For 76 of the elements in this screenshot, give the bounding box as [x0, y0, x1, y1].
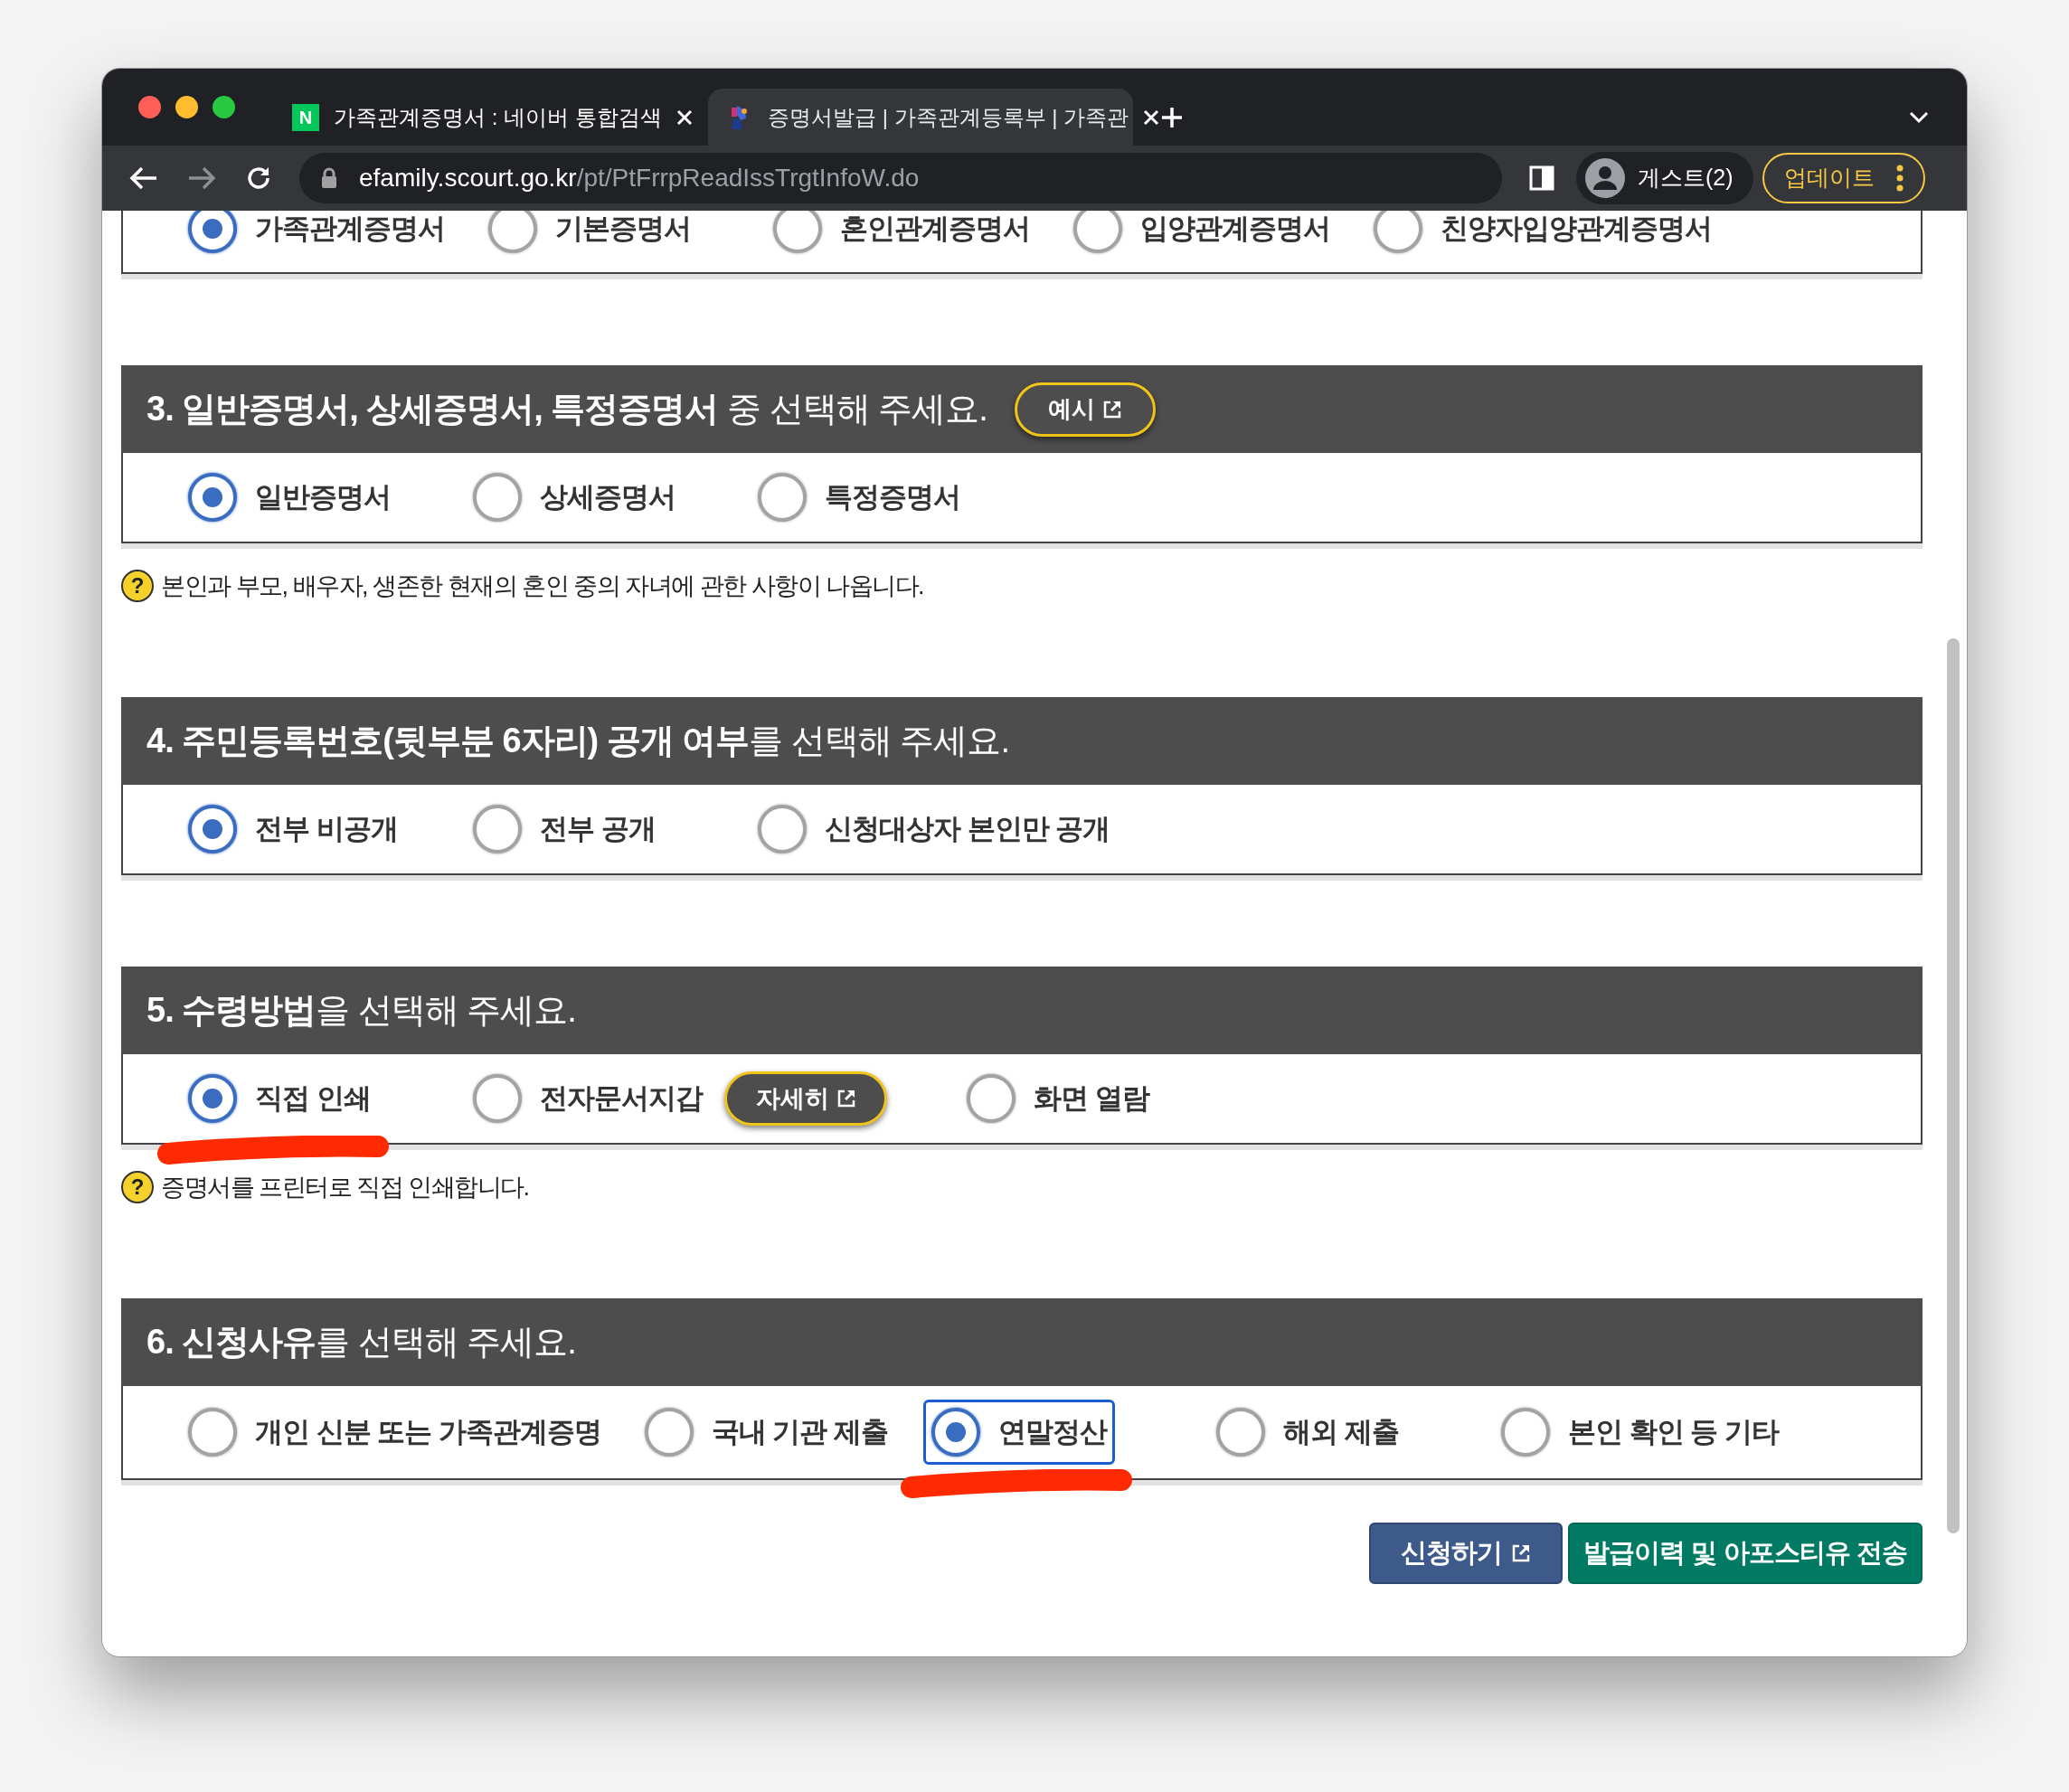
external-link-icon — [1101, 399, 1122, 420]
tab-title: 가족관계증명서 : 네이버 통합검색 — [334, 103, 662, 131]
more-icon — [1895, 165, 1904, 192]
radio-option[interactable]: 본인 확인 등 기타 — [1501, 1408, 1779, 1457]
browser-tab[interactable]: N 가족관계증명서 : 네이버 통합검색 — [274, 89, 708, 146]
radio-button[interactable] — [188, 473, 237, 522]
radio-button[interactable] — [931, 1408, 981, 1457]
reload-icon[interactable] — [245, 165, 272, 192]
radio-button[interactable] — [188, 1074, 237, 1123]
radio-button[interactable] — [1374, 211, 1422, 253]
section-heading: 5. 수령방법을 선택해 주세요. — [146, 990, 576, 1031]
close-icon[interactable] — [675, 108, 693, 126]
radio-option[interactable]: 입양관계증명서 — [1073, 211, 1330, 253]
minimize-window-icon[interactable] — [175, 96, 198, 118]
send-button[interactable]: 발급이력 및 아포스티유 전송 — [1568, 1523, 1923, 1584]
radio-option[interactable]: 친양자입양관계증명서 — [1374, 211, 1712, 253]
profile-button[interactable]: 게스트(2) — [1576, 152, 1753, 204]
radio-button[interactable] — [758, 473, 807, 522]
radio-button[interactable] — [188, 211, 237, 253]
forward-icon[interactable] — [187, 165, 216, 191]
radio-button[interactable] — [967, 1074, 1016, 1123]
radio-option[interactable]: 연말정산 — [923, 1400, 1116, 1465]
radio-button[interactable] — [473, 473, 522, 522]
apply-button[interactable]: 신청하기 — [1369, 1523, 1563, 1584]
details-button[interactable]: 자세히 — [724, 1071, 887, 1126]
section-heading: 6. 신청사유를 선택해 주세요. — [146, 1322, 576, 1363]
external-link-icon — [1511, 1543, 1531, 1563]
radio-button[interactable] — [1073, 211, 1122, 253]
radio-option[interactable]: 상세증명서 — [473, 473, 675, 522]
radio-option[interactable]: 특정증명서 — [758, 473, 960, 522]
radio-button[interactable] — [473, 805, 522, 854]
example-button[interactable]: 예시 — [1014, 382, 1156, 437]
radio-option[interactable]: 전자문서지갑 — [473, 1074, 703, 1123]
radio-option[interactable]: 해외 제출 — [1216, 1408, 1399, 1457]
radio-button[interactable] — [188, 1408, 237, 1457]
radio-button[interactable] — [758, 805, 807, 854]
radio-button[interactable] — [644, 1408, 694, 1457]
radio-option[interactable]: 개인 신분 또는 가족관계증명 — [188, 1408, 601, 1457]
radio-option[interactable]: 일반증명서 — [188, 473, 391, 522]
help-icon: ? — [121, 570, 154, 602]
close-window-icon[interactable] — [138, 96, 161, 118]
help-text: 증명서를 프린터로 직접 인쇄합니다. — [161, 1172, 529, 1203]
radio-option[interactable]: 전부 공개 — [473, 805, 656, 854]
radio-button[interactable] — [473, 1074, 522, 1123]
zoom-window-icon[interactable] — [213, 96, 235, 118]
side-panel-icon[interactable] — [1529, 165, 1554, 191]
radio-option[interactable]: 직접 인쇄 — [188, 1074, 371, 1123]
radio-option[interactable]: 신청대상자 본인만 공개 — [758, 805, 1110, 854]
close-icon[interactable] — [1143, 108, 1160, 126]
tab-title: 증명서발급 | 가족관계등록부 | 가족관 — [768, 103, 1129, 131]
radio-option[interactable]: 혼인관계증명서 — [773, 211, 1030, 253]
radio-button[interactable] — [188, 805, 237, 854]
radio-button[interactable] — [773, 211, 822, 253]
url-text: efamily.scourt.go.kr/pt/PtFrrpReadIssTrgtInfoW.do — [359, 163, 920, 193]
site-favicon: N — [292, 103, 319, 131]
help-text: 본인과 부모, 배우자, 생존한 현재의 혼인 중의 자녀에 관한 사항이 나옵니다. — [161, 571, 924, 601]
section-heading: 3. 일반증명서, 상세증명서, 특정증명서 중 선택해 주세요. — [146, 389, 987, 429]
section-heading: 4. 주민등록번호(뒷부분 6자리) 공개 여부를 선택해 주세요. — [146, 721, 1010, 761]
update-button[interactable]: 업데이트 — [1762, 153, 1925, 203]
radio-option[interactable]: 전부 비공개 — [188, 805, 398, 854]
radio-option[interactable]: 기본증명서 — [488, 211, 691, 253]
radio-button[interactable] — [1216, 1408, 1266, 1457]
radio-option[interactable]: 화면 열람 — [967, 1074, 1149, 1123]
lock-icon — [321, 167, 337, 189]
chevron-down-icon[interactable] — [1909, 111, 1929, 124]
radio-option[interactable]: 가족관계증명서 — [188, 211, 445, 253]
radio-option[interactable]: 국내 기관 제출 — [644, 1408, 889, 1457]
external-link-icon — [836, 1089, 856, 1108]
address-bar[interactable]: efamily.scourt.go.kr/pt/PtFrrpReadIssTrgtInfoW.do — [299, 153, 1502, 203]
radio-button[interactable] — [1501, 1408, 1551, 1457]
radio-button[interactable] — [488, 211, 537, 253]
help-icon: ? — [121, 1171, 154, 1203]
avatar-icon — [1585, 158, 1625, 198]
back-icon[interactable] — [129, 165, 158, 191]
scrollbar-thumb[interactable] — [1947, 638, 1960, 1533]
new-tab-icon[interactable] — [1160, 106, 1184, 129]
